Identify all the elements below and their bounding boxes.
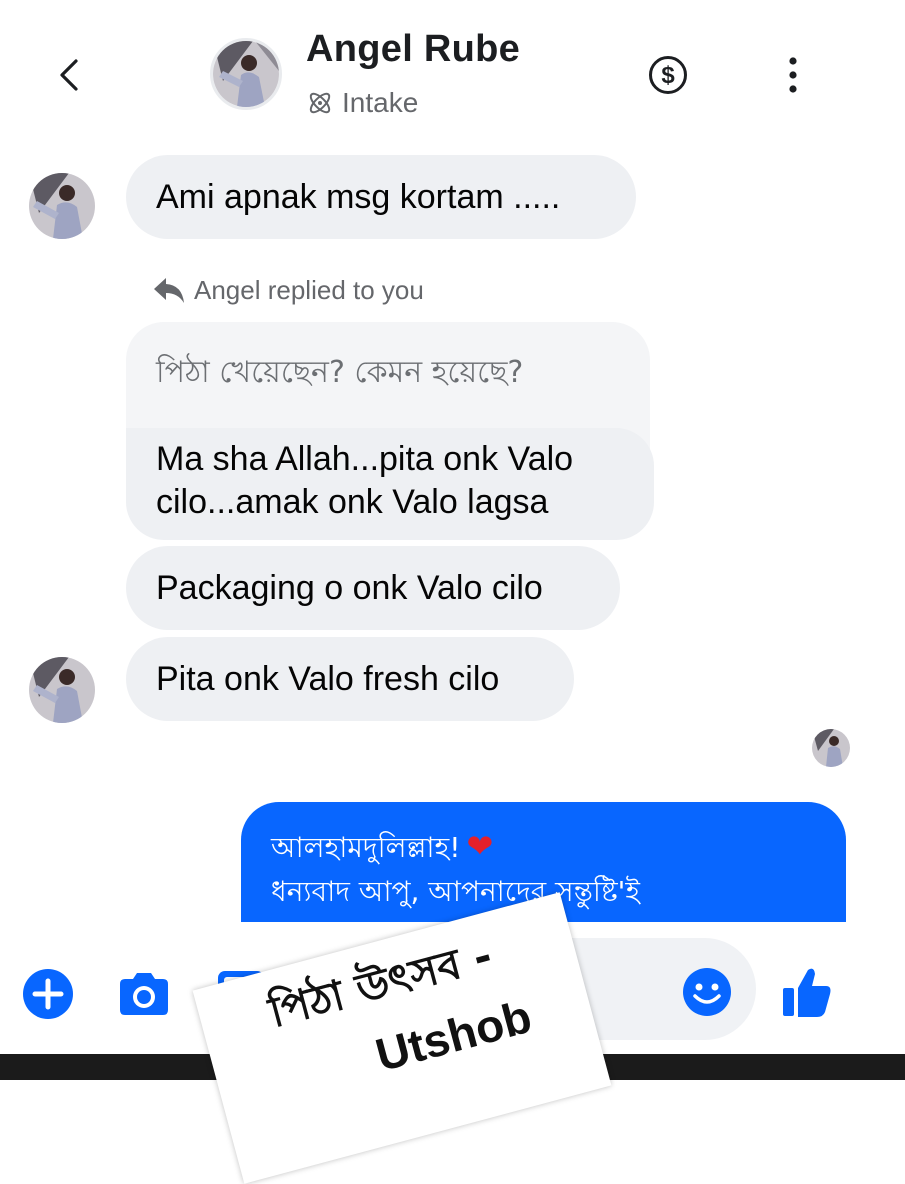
back-button[interactable]: [52, 55, 88, 95]
incoming-message[interactable]: Ami apnak msg kortam .....: [126, 155, 636, 239]
more-options-button[interactable]: [776, 52, 810, 98]
payment-button[interactable]: $: [647, 54, 689, 96]
plus-button[interactable]: [22, 968, 74, 1025]
reply-indicator: Angel replied to you: [152, 272, 424, 308]
sender-avatar[interactable]: [29, 173, 95, 239]
avatar-photo: [213, 41, 279, 107]
quoted-text: পিঠা খেয়েছেন? কেমন হয়েছে?: [156, 355, 524, 390]
incoming-message[interactable]: Pita onk Valo fresh cilo: [126, 637, 574, 721]
seen-indicator-avatar: [812, 729, 850, 767]
reply-label-text: Angel replied to you: [194, 274, 424, 305]
chevron-left-icon: [60, 59, 78, 91]
contact-name[interactable]: Angel Rube: [306, 28, 520, 71]
emoji-button[interactable]: [681, 966, 733, 1023]
contact-subtitle: Intake: [306, 86, 418, 120]
camera-button[interactable]: [116, 970, 172, 1023]
atom-icon: [309, 92, 331, 114]
reply-arrow-icon: [154, 278, 184, 303]
contact-avatar[interactable]: [210, 38, 282, 110]
heart-emoji: ❤: [466, 827, 494, 865]
outgoing-line: আলহামদুলিল্লাহ! ❤: [271, 824, 846, 870]
camera-icon: [120, 973, 168, 1015]
avatar-photo: [29, 173, 95, 239]
message-text: Pita onk Valo fresh cilo: [156, 659, 500, 698]
svg-text:$: $: [661, 62, 675, 89]
subtitle-text: Intake: [342, 87, 419, 118]
incoming-message[interactable]: Packaging o onk Valo cilo: [126, 546, 620, 630]
incoming-message[interactable]: Ma sha Allah...pita onk Valo cilo...amak…: [126, 428, 654, 540]
message-text: Ma sha Allah...pita onk Valo cilo...amak…: [156, 440, 574, 521]
message-text: Packaging o onk Valo cilo: [156, 568, 543, 607]
avatar-photo: [29, 657, 95, 723]
plus-icon: [23, 969, 73, 1019]
sender-avatar[interactable]: [29, 657, 95, 723]
more-vertical-icon: [789, 57, 797, 93]
like-button[interactable]: [780, 964, 834, 1025]
dollar-circle-icon: $: [649, 56, 687, 94]
thumbs-up-icon: [783, 968, 831, 1017]
message-text: আলহামদুলিল্লাহ!: [271, 831, 461, 864]
avatar-photo: [812, 729, 850, 767]
emoji-icon: [683, 968, 731, 1016]
message-text: Ami apnak msg kortam .....: [156, 177, 561, 216]
